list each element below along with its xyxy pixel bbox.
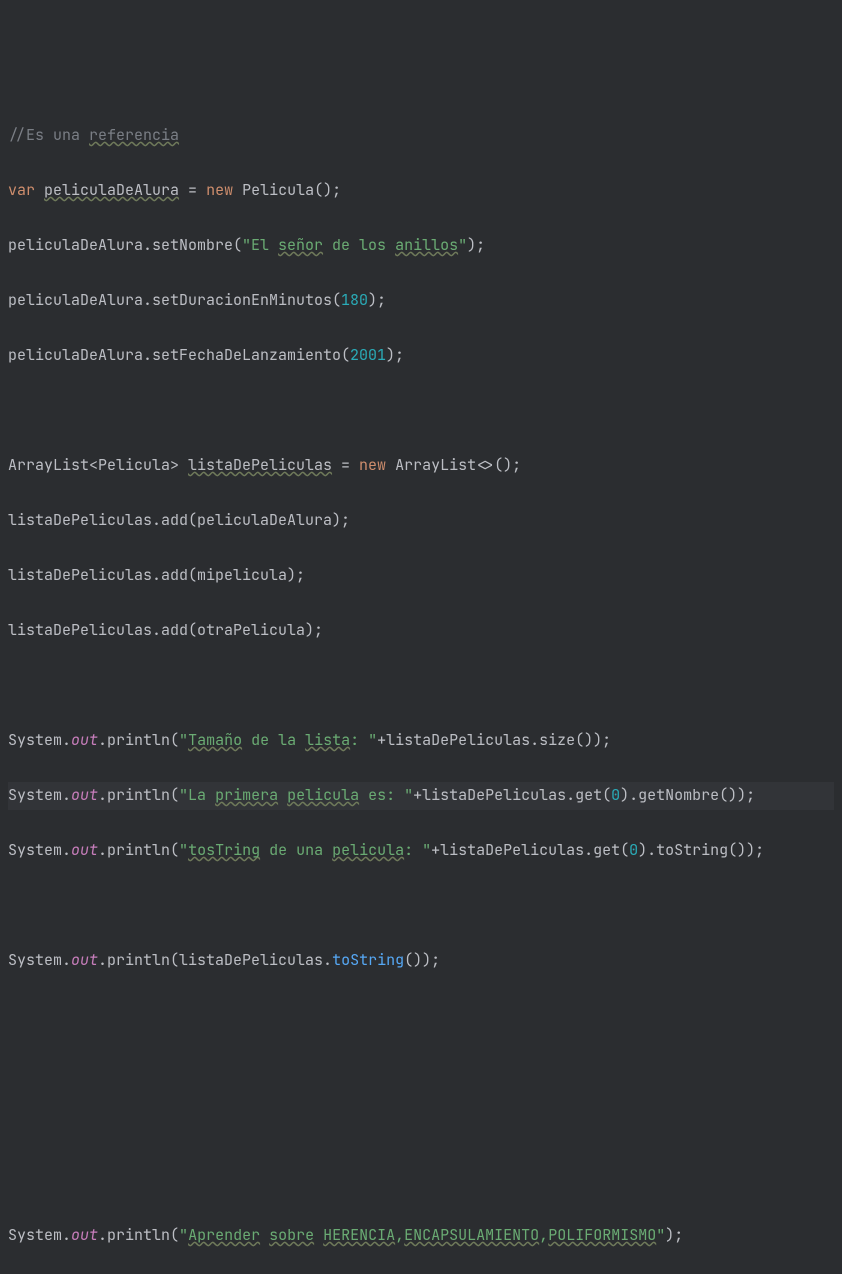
code-line[interactable]: System.out.println("Tamaño de la lista: … [8, 727, 834, 755]
code-line-current[interactable]: System.out.println("La primera pelicula … [8, 782, 834, 810]
static-field: out [71, 730, 98, 750]
code-line[interactable]: listaDePeliculas.add(peliculaDeAlura); [8, 507, 834, 535]
code-line[interactable]: peliculaDeAlura.setNombre("El señor de l… [8, 232, 834, 260]
static-field: out [71, 950, 98, 970]
code-line[interactable] [8, 397, 834, 425]
number-literal: 2001 [350, 345, 386, 365]
identifier: peliculaDeAlura [44, 180, 179, 200]
identifier: listaDePeliculas [188, 455, 332, 475]
comment-text: referencia [89, 125, 179, 145]
number-literal: 0 [629, 840, 638, 860]
method-call: toString [332, 950, 404, 970]
comment-text: //Es una [8, 125, 89, 145]
code-line[interactable]: System.out.println("tosTring de una peli… [8, 837, 834, 865]
code-line[interactable] [8, 1057, 834, 1085]
code-line[interactable] [8, 1167, 834, 1195]
static-field: out [71, 785, 98, 805]
code-line[interactable]: ArrayList<Pelicula> listaDePeliculas = n… [8, 452, 834, 480]
static-field: out [71, 1225, 98, 1245]
static-field: out [71, 840, 98, 860]
code-line[interactable] [8, 1002, 834, 1030]
keyword: new [359, 455, 386, 475]
number-literal: 180 [341, 290, 368, 310]
number-literal: 0 [611, 785, 620, 805]
code-line[interactable]: peliculaDeAlura.setFechaDeLanzamiento(20… [8, 342, 834, 370]
code-line[interactable] [8, 672, 834, 700]
code-line[interactable]: peliculaDeAlura.setDuracionEnMinutos(180… [8, 287, 834, 315]
code-line[interactable] [8, 1112, 834, 1140]
code-line[interactable]: System.out.println(listaDePeliculas.toSt… [8, 947, 834, 975]
code-line[interactable]: listaDePeliculas.add(otraPelicula); [8, 617, 834, 645]
code-line[interactable]: System.out.println("Aprender sobre HEREN… [8, 1222, 834, 1250]
code-line[interactable]: listaDePeliculas.add(mipelicula); [8, 562, 834, 590]
code-line[interactable] [8, 892, 834, 920]
keyword: new [206, 180, 233, 200]
code-line[interactable]: //Es una referencia [8, 122, 834, 150]
code-line[interactable]: var peliculaDeAlura = new Pelicula(); [8, 177, 834, 205]
keyword: var [8, 180, 35, 200]
